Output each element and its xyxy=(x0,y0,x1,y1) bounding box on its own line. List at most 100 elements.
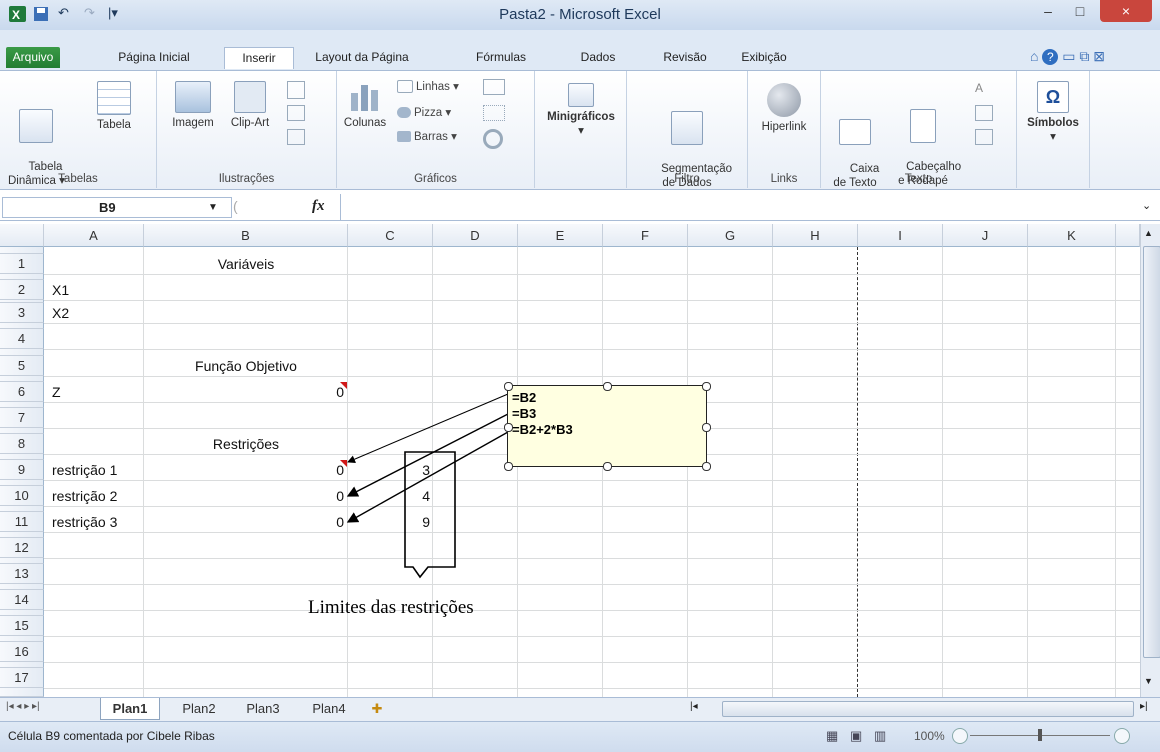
area-chart-icon[interactable] xyxy=(483,79,505,95)
resize-handle[interactable] xyxy=(702,462,711,471)
scroll-left-icon[interactable]: |◂ xyxy=(690,701,706,717)
sparkline-icon xyxy=(568,83,594,107)
resize-handle[interactable] xyxy=(702,382,711,391)
screenshot-icon[interactable] xyxy=(287,129,305,145)
status-bar: Célula B9 comentada por Cibele Ribas ▦ ▣… xyxy=(0,721,1160,752)
bar-chart-icon xyxy=(397,131,411,143)
title-bar: X ↶ ↷ |▾ Pasta2 - Microsoft Excel – □ × xyxy=(0,0,1160,31)
insert-function-icon[interactable]: fx xyxy=(312,198,325,215)
vertical-scrollbar[interactable]: ▲ ▼ xyxy=(1140,224,1160,697)
resize-handle[interactable] xyxy=(504,423,513,432)
group-label-filtro: Filtro xyxy=(674,173,700,185)
sheet-tab-bar: |◂ ◂ ▸ ▸| Plan1 Plan2 Plan3 Plan4 ✚ |◂ ▸… xyxy=(0,697,1160,722)
sheet-tab-plan4[interactable]: Plan4 xyxy=(300,698,358,719)
resize-handle[interactable] xyxy=(504,462,513,471)
textbox-icon xyxy=(839,119,871,145)
scroll-down-icon[interactable]: ▼ xyxy=(1144,676,1153,686)
clipart-button[interactable]: Clip-Art xyxy=(223,81,277,130)
group-simbolos: Ω Símbolos ▾ xyxy=(1017,71,1090,188)
symbols-button[interactable]: Ω Símbolos ▾ xyxy=(1021,81,1085,144)
clipart-label: Clip-Art xyxy=(230,117,270,129)
smartart-icon[interactable] xyxy=(287,105,305,121)
zoom-level[interactable]: 100% xyxy=(914,729,945,743)
globe-icon xyxy=(767,83,801,117)
omega-icon: Ω xyxy=(1037,81,1069,113)
zoom-slider-thumb[interactable] xyxy=(1038,729,1042,741)
formula-input[interactable] xyxy=(340,194,1141,220)
scroll-right-icon[interactable]: ▸| xyxy=(1140,701,1148,712)
columns-chart-button[interactable]: Colunas xyxy=(341,81,389,130)
chevron-down-icon[interactable]: ▼ xyxy=(208,198,218,217)
name-box-value: B9 xyxy=(99,200,116,215)
sheet-tab-plan3[interactable]: Plan3 xyxy=(234,698,292,719)
sheet-nav-icon[interactable]: |◂ ◂ ▸ ▸| xyxy=(6,701,40,712)
textbox-button[interactable]: Caixa de Texto xyxy=(827,91,883,204)
resize-handle[interactable] xyxy=(504,382,513,391)
tab-revisao[interactable]: Revisão xyxy=(655,47,715,68)
sheet-tab-plan1[interactable]: Plan1 xyxy=(100,698,160,720)
image-icon xyxy=(175,81,211,113)
sheet-tab-plan2[interactable]: Plan2 xyxy=(170,698,228,719)
resize-handle[interactable] xyxy=(603,462,612,471)
tab-formulas[interactable]: Fórmulas xyxy=(466,47,536,68)
resize-handle[interactable] xyxy=(603,382,612,391)
scroll-thumb[interactable] xyxy=(1143,246,1160,658)
sparklines-button[interactable]: Minigráficos ▾ xyxy=(539,83,623,138)
ribbon-tabs: Arquivo Página Inicial Inserir Layout da… xyxy=(0,30,1160,70)
comment-line-3: =B2+2*B3 xyxy=(512,422,573,437)
symbols-label: Símbolos xyxy=(1027,117,1079,129)
group-graficos: Colunas Linhas ▾ Pizza ▾ Barras ▾ Gráfic… xyxy=(337,71,535,188)
table-label: Tabela xyxy=(97,119,131,131)
help-icon[interactable]: ⌂ ? ▭ ⧉ ⊠ xyxy=(1030,48,1105,65)
page-layout-view-icon[interactable]: ▣ xyxy=(850,728,862,744)
scatter-chart-icon[interactable] xyxy=(483,105,505,121)
group-label-links: Links xyxy=(770,173,798,185)
tab-inserir[interactable]: Inserir xyxy=(224,47,294,69)
signature-line-icon[interactable] xyxy=(975,105,993,121)
lines-chart-button[interactable]: Linhas ▾ xyxy=(397,79,459,94)
tab-layout[interactable]: Layout da Página xyxy=(312,47,412,68)
group-filtro: Segmentação de Dados Filtro xyxy=(627,71,748,189)
group-texto: Caixa de Texto Cabeçalho e Rodapé A Text… xyxy=(821,71,1017,189)
table-button[interactable]: Tabela xyxy=(86,81,142,132)
slicer-button[interactable]: Segmentação de Dados xyxy=(637,83,737,204)
tab-arquivo[interactable]: Arquivo xyxy=(6,47,60,68)
group-links: Hiperlink Links xyxy=(748,71,821,188)
bars-chart-button[interactable]: Barras ▾ xyxy=(397,129,457,143)
cancel-formula-icon[interactable]: ( xyxy=(233,198,253,216)
resize-handle[interactable] xyxy=(702,423,711,432)
zoom-in-icon[interactable] xyxy=(1114,728,1130,744)
table-icon xyxy=(97,81,131,115)
comment-box[interactable]: =B2 =B3 =B2+2*B3 xyxy=(504,382,711,471)
normal-view-icon[interactable]: ▦ xyxy=(826,728,838,744)
tab-pagina-inicial[interactable]: Página Inicial xyxy=(104,47,204,68)
minimize-button[interactable]: – xyxy=(1033,0,1063,22)
object-icon[interactable] xyxy=(975,129,993,145)
tab-exibicao[interactable]: Exibição xyxy=(734,47,794,68)
tab-dados[interactable]: Dados xyxy=(573,47,623,68)
maximize-button[interactable]: □ xyxy=(1065,0,1095,22)
group-tabelas: Tabela Dinâmica ▾ Tabela Tabelas xyxy=(0,71,157,188)
page-break-view-icon[interactable]: ▥ xyxy=(874,728,886,744)
expand-formula-icon[interactable]: ⌄ xyxy=(1142,199,1151,212)
close-button[interactable]: × xyxy=(1100,0,1152,22)
scroll-up-icon[interactable]: ▲ xyxy=(1144,228,1153,238)
comment-line-2: =B3 xyxy=(512,406,537,421)
callout-label: Limites das restrições xyxy=(308,597,474,618)
group-label-texto: Texto xyxy=(904,173,933,185)
group-ilustracoes: Imagem Clip-Art Ilustrações xyxy=(157,71,337,188)
name-box[interactable]: B9 ▼ xyxy=(2,197,232,218)
group-minigraficos: Minigráficos ▾ xyxy=(535,71,627,188)
other-charts-icon[interactable] xyxy=(483,129,503,149)
shapes-icon[interactable] xyxy=(287,81,305,99)
horizontal-scrollbar[interactable] xyxy=(722,701,1134,717)
zoom-out-icon[interactable] xyxy=(952,728,968,744)
columns-label: Colunas xyxy=(343,117,387,129)
insert-sheet-icon[interactable]: ✚ xyxy=(362,698,392,719)
wordart-icon[interactable]: A xyxy=(975,81,991,97)
hyperlink-label: Hiperlink xyxy=(761,121,807,133)
image-button[interactable]: Imagem xyxy=(169,81,217,130)
comment-line-1: =B2 xyxy=(512,390,537,405)
hyperlink-button[interactable]: Hiperlink xyxy=(756,83,812,134)
pie-chart-button[interactable]: Pizza ▾ xyxy=(397,105,451,119)
